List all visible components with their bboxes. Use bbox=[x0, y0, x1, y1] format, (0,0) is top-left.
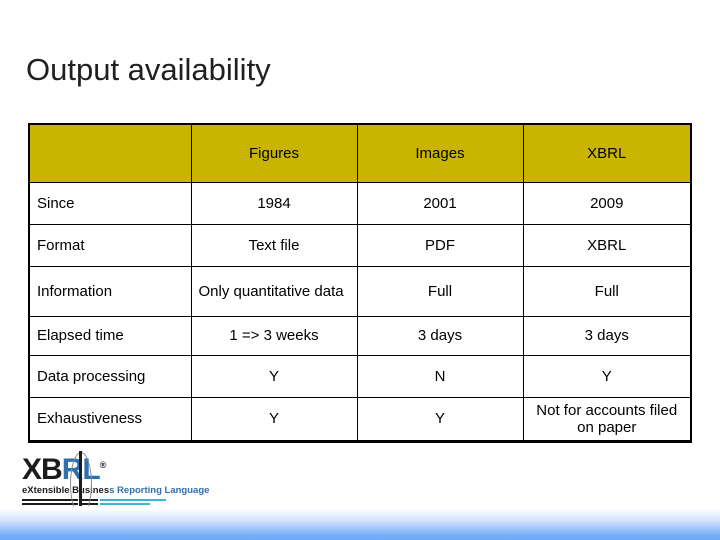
cell-information-images: Full bbox=[356, 266, 524, 317]
page-title: Output availability bbox=[26, 52, 271, 87]
output-availability-table: Figures Images XBRL Since 1984 2001 2009… bbox=[28, 123, 692, 443]
column-header-figures: Figures bbox=[190, 123, 358, 183]
cell-exhaustiveness-xbrl: Not for accounts filed on paper bbox=[522, 397, 692, 442]
cell-information-figures: Only quantitative data bbox=[190, 266, 358, 317]
xbrl-logo-word-part-1: XB bbox=[22, 453, 63, 486]
table-row: Data processing Y N Y bbox=[28, 355, 692, 398]
cell-since-figures: 1984 bbox=[190, 182, 358, 225]
output-availability-table-wrapper: Figures Images XBRL Since 1984 2001 2009… bbox=[28, 123, 692, 443]
row-label-information: Information bbox=[28, 266, 192, 317]
cell-elapsed-xbrl: 3 days bbox=[522, 316, 692, 356]
cell-dataprocessing-images: N bbox=[356, 355, 524, 398]
registered-trademark-icon: ® bbox=[99, 460, 107, 470]
row-label-since: Since bbox=[28, 182, 192, 225]
cell-format-figures: Text file bbox=[190, 224, 358, 267]
cell-exhaustiveness-images: Y bbox=[356, 397, 524, 442]
xbrl-logo-tagline-part-2: s Reporting Language bbox=[109, 485, 210, 496]
cell-since-xbrl: 2009 bbox=[522, 182, 692, 225]
slide-canvas: Output availability Figures Images XBRL … bbox=[0, 0, 720, 540]
cell-format-xbrl: XBRL bbox=[522, 224, 692, 267]
table-row: Exhaustiveness Y Y Not for accounts file… bbox=[28, 397, 692, 442]
cell-information-xbrl: Full bbox=[522, 266, 692, 317]
column-header-xbrl: XBRL bbox=[522, 123, 692, 183]
xbrl-logo-wordmark: XBRL® bbox=[22, 453, 107, 486]
table-header-row: Figures Images XBRL bbox=[28, 123, 692, 183]
table-row: Information Only quantitative data Full … bbox=[28, 266, 692, 317]
table-row: Format Text file PDF XBRL bbox=[28, 224, 692, 267]
cell-dataprocessing-figures: Y bbox=[190, 355, 358, 398]
row-label-elapsed-time: Elapsed time bbox=[28, 316, 192, 356]
footer-accent-bar bbox=[0, 506, 720, 540]
row-label-data-processing: Data processing bbox=[28, 355, 192, 398]
column-header-images: Images bbox=[356, 123, 524, 183]
xbrl-logo-tagline-part-1: eXtensible Busines bbox=[22, 485, 110, 496]
cell-dataprocessing-xbrl: Y bbox=[522, 355, 692, 398]
xbrl-logo-tagline: eXtensible Business Reporting Language bbox=[22, 486, 209, 496]
cell-format-images: PDF bbox=[356, 224, 524, 267]
row-label-exhaustiveness: Exhaustiveness bbox=[28, 397, 192, 442]
cell-exhaustiveness-figures: Y bbox=[190, 397, 358, 442]
cell-elapsed-figures: 1 => 3 weeks bbox=[190, 316, 358, 356]
row-label-format: Format bbox=[28, 224, 192, 267]
column-header-blank bbox=[28, 123, 192, 183]
table-row: Elapsed time 1 => 3 weeks 3 days 3 days bbox=[28, 316, 692, 356]
cell-elapsed-images: 3 days bbox=[356, 316, 524, 356]
cell-since-images: 2001 bbox=[356, 182, 524, 225]
table-row: Since 1984 2001 2009 bbox=[28, 182, 692, 225]
